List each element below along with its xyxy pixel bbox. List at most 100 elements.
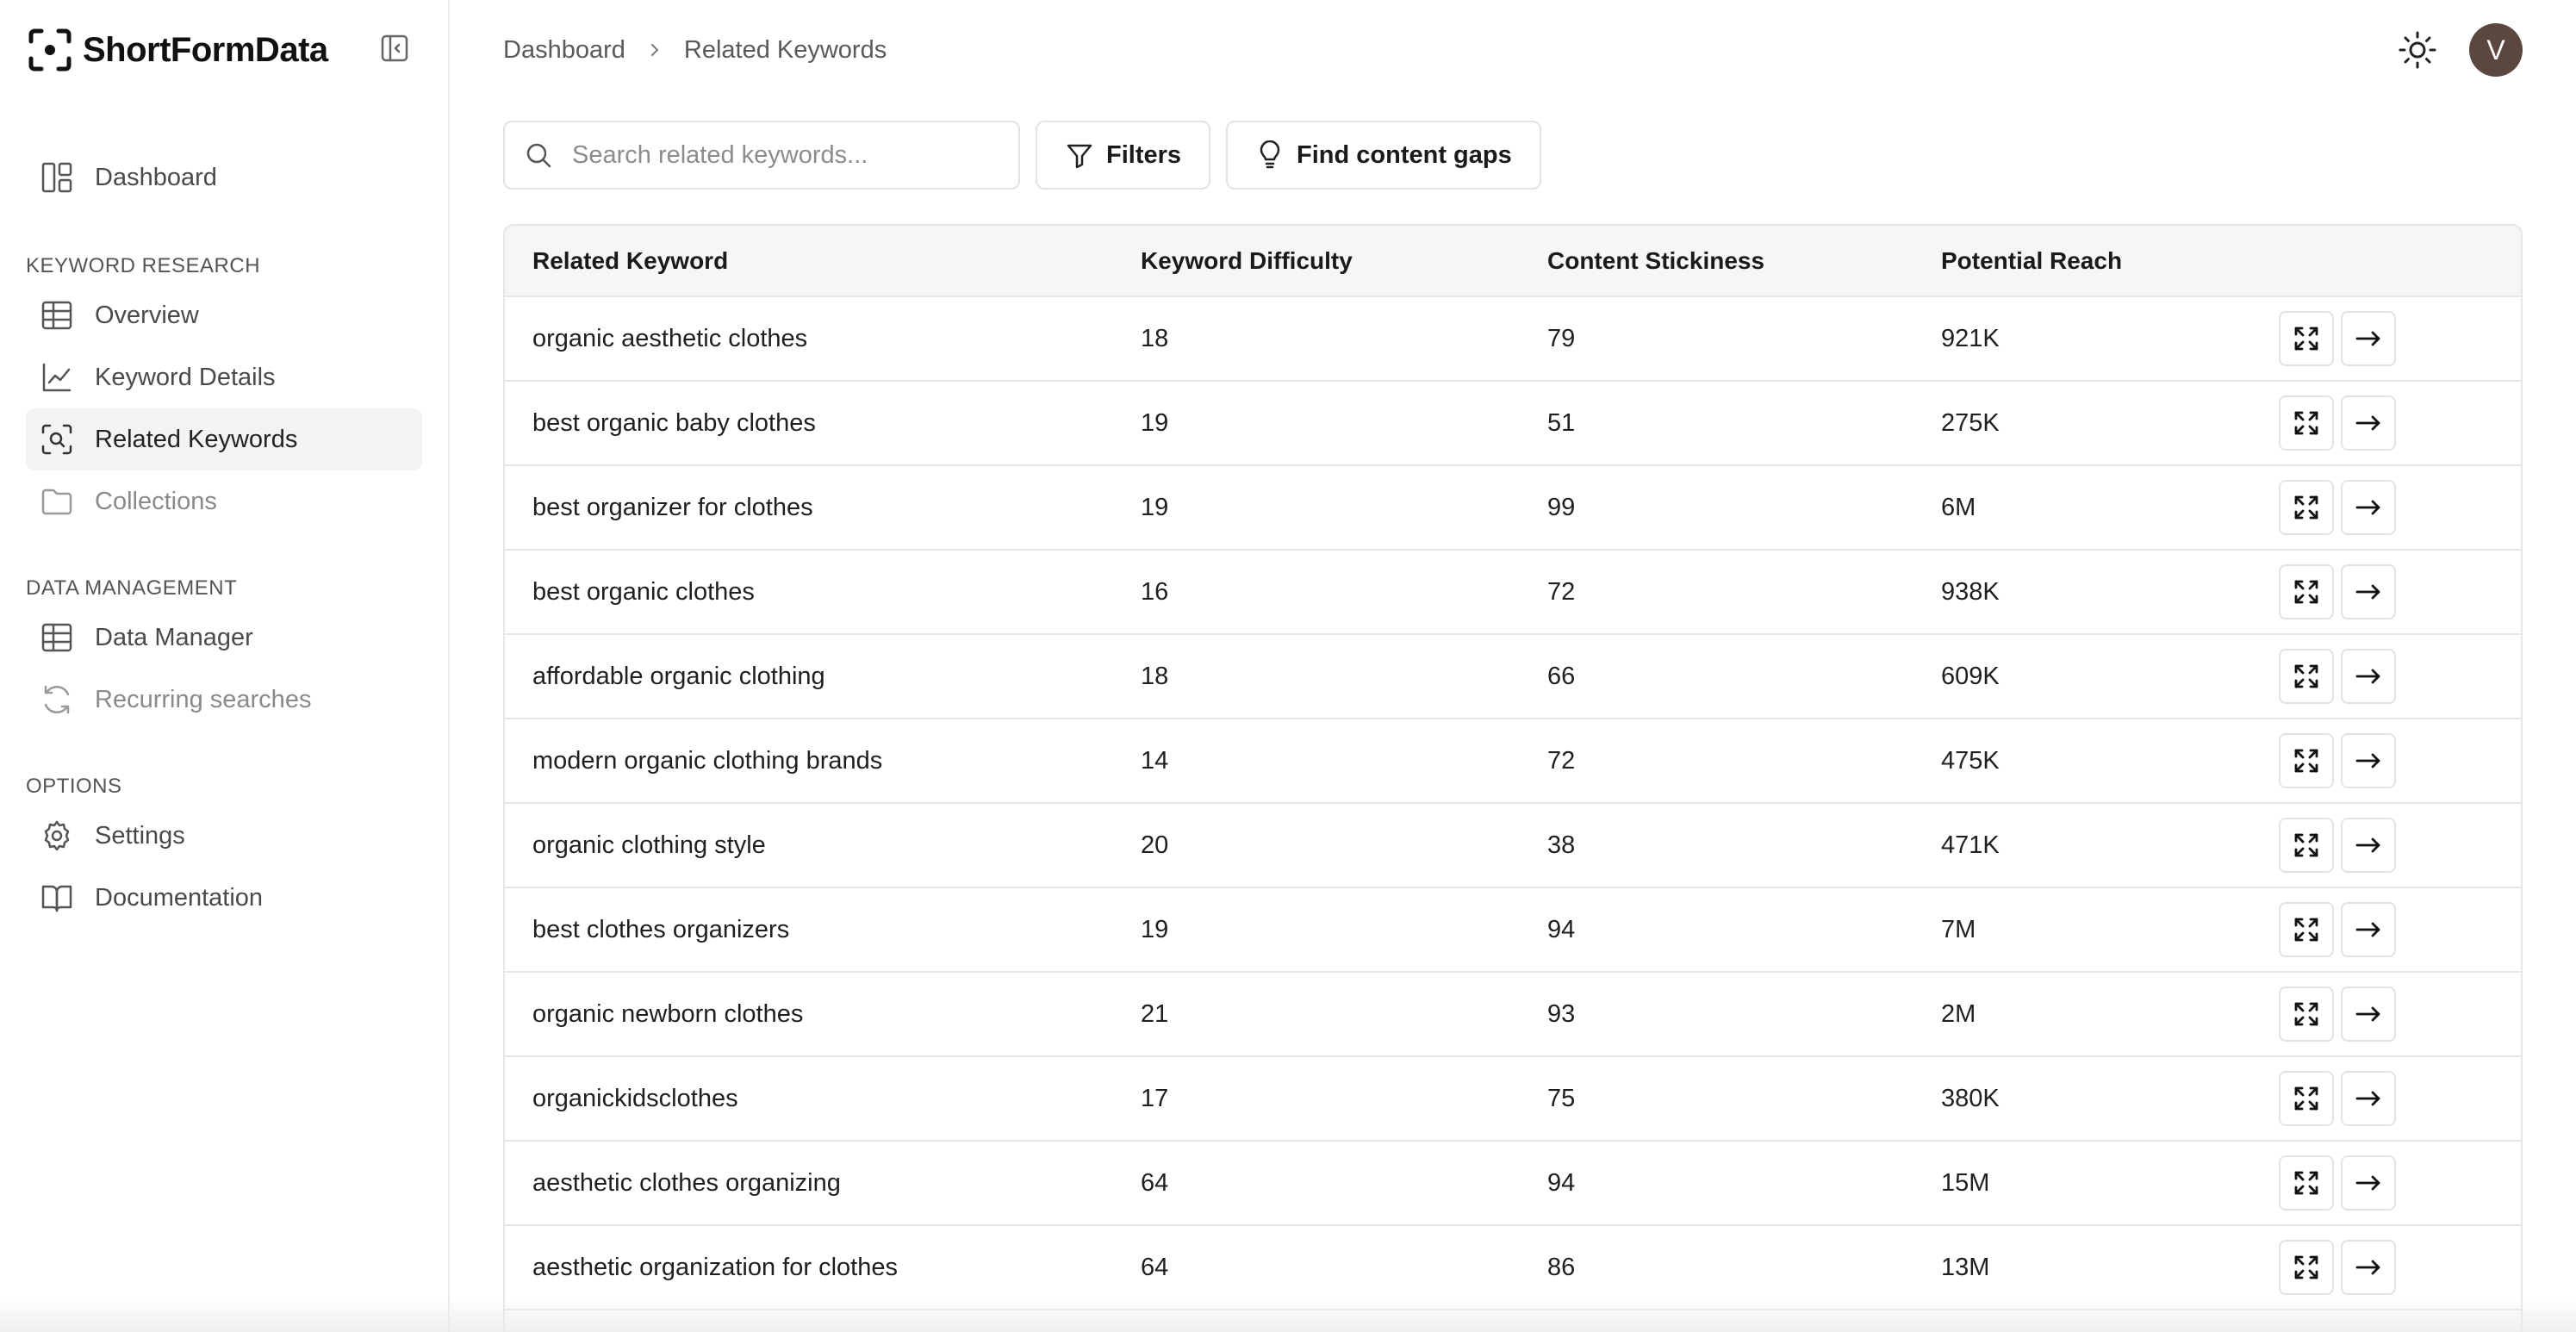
arrow-right-icon [2355,415,2380,431]
open-arrow-button[interactable] [2341,987,2396,1042]
reach-cell: 609K [1941,634,2279,719]
sidebar-item-dashboard[interactable]: Dashboard [26,146,422,209]
sidebar-item-label: Keyword Details [95,363,276,391]
table-row[interactable]: best organizer for clothes 19 99 6M [505,465,2521,551]
expand-button[interactable] [2279,987,2334,1042]
breadcrumb: Dashboard Related Keywords [503,31,887,69]
actions-cell [2279,296,2521,382]
search-input[interactable] [572,140,986,170]
difficulty-cell: 19 [1141,381,1547,466]
actions-cell [2279,550,2521,635]
sidebar-item-keyword-details[interactable]: Keyword Details [26,346,422,408]
sidebar-item-label: Data Manager [95,623,253,651]
table-row[interactable]: best clothes organizers 19 94 7M [505,887,2521,973]
expand-button[interactable] [2279,649,2334,704]
expand-icon [2294,1002,2318,1026]
brand-name: ShortFormData [83,30,328,69]
sidebar-nav: Dashboard KEYWORD RESEARCH Overview Keyw… [26,146,422,929]
table-row[interactable]: aesthetic clothes organizing 64 94 15M [505,1141,2521,1226]
expand-button[interactable] [2279,733,2334,788]
difficulty-cell: 17 [1141,1056,1547,1142]
header-potential-reach[interactable]: Potential Reach [1941,226,2279,297]
row-actions [2279,1071,2521,1126]
keyword-cell: best clothes organizers [505,887,1141,973]
expand-button[interactable] [2279,902,2334,957]
open-arrow-button[interactable] [2341,902,2396,957]
search-box[interactable] [503,121,1020,190]
sidebar-item-label: Recurring searches [95,685,312,713]
reach-cell: 921K [1941,296,2279,382]
open-arrow-button[interactable] [2341,480,2396,535]
expand-button[interactable] [2279,1071,2334,1126]
sidebar-item-label: Related Keywords [95,425,298,453]
sidebar-item-data-manager[interactable]: Data Manager [26,607,422,669]
avatar[interactable]: V [2469,23,2523,77]
expand-icon [2294,1171,2318,1195]
table-row[interactable]: best organic baby clothes 19 51 275K [505,381,2521,466]
row-actions [2279,564,2521,619]
toolbar: Filters Find content gaps [503,121,1541,190]
sun-icon[interactable] [2397,29,2438,71]
find-content-gaps-button[interactable]: Find content gaps [1226,121,1541,190]
table-row[interactable]: organic clothing style 20 38 471K [505,803,2521,888]
expand-button[interactable] [2279,818,2334,873]
open-arrow-button[interactable] [2341,1240,2396,1295]
table-row[interactable]: affordable organic clothing 18 66 609K [505,634,2521,719]
open-arrow-button[interactable] [2341,649,2396,704]
actions-cell [2279,634,2521,719]
header-keyword-difficulty[interactable]: Keyword Difficulty [1141,226,1547,297]
sidebar-item-related-keywords[interactable]: Related Keywords [26,408,422,470]
filters-button[interactable]: Filters [1036,121,1211,190]
sidebar-item-overview[interactable]: Overview [26,284,422,346]
open-arrow-button[interactable] [2341,1155,2396,1211]
open-arrow-button[interactable] [2341,818,2396,873]
keyword-cell: organic clothing style [505,803,1141,888]
expand-icon [2294,749,2318,773]
breadcrumb-dashboard[interactable]: Dashboard [503,36,625,65]
actions-cell [2279,719,2521,804]
actions-cell [2279,803,2521,888]
expand-button[interactable] [2279,395,2334,451]
expand-button[interactable] [2279,1155,2334,1211]
open-arrow-button[interactable] [2341,1071,2396,1126]
actions-cell [2279,1141,2521,1226]
stickiness-cell: 72 [1547,719,1941,804]
brand[interactable]: ShortFormData [28,26,328,74]
arrow-right-icon [2355,837,2380,853]
arrow-right-icon [2355,669,2380,684]
sidebar-item-recurring-searches[interactable]: Recurring searches [26,669,422,731]
row-actions [2279,649,2521,704]
book-icon [41,885,72,912]
reach-cell: 275K [1941,381,2279,466]
sidebar-item-collections[interactable]: Collections [26,470,422,532]
open-arrow-button[interactable] [2341,733,2396,788]
table-row[interactable]: organickidsclothes 17 75 380K [505,1056,2521,1142]
dashboard-icon [41,162,72,193]
section-title-keyword-research: KEYWORD RESEARCH [26,254,261,277]
expand-button[interactable] [2279,564,2334,619]
header-content-stickiness[interactable]: Content Stickiness [1547,226,1941,297]
scan-search-icon [41,424,72,455]
open-arrow-button[interactable] [2341,564,2396,619]
header-actions [2279,226,2521,297]
table-row[interactable]: best organic clothes 16 72 938K [505,550,2521,635]
difficulty-cell: 20 [1141,803,1547,888]
line-chart-icon [42,363,72,392]
header-related-keyword[interactable]: Related Keyword [505,226,1141,297]
difficulty-cell: 21 [1141,972,1547,1057]
open-arrow-button[interactable] [2341,311,2396,366]
expand-button[interactable] [2279,311,2334,366]
expand-button[interactable] [2279,480,2334,535]
table-row[interactable]: aesthetic organization for clothes 64 86 13… [505,1225,2521,1310]
main-content: Dashboard Related Keywords V F [451,0,2576,1332]
table-row[interactable]: organic aesthetic clothes 18 79 921K [505,296,2521,382]
sidebar-item-settings[interactable]: Settings [26,805,422,867]
sidebar-collapse-icon[interactable] [379,33,410,64]
sidebar-item-documentation[interactable]: Documentation [26,867,422,929]
refresh-icon [44,685,70,714]
expand-button[interactable] [2279,1240,2334,1295]
open-arrow-button[interactable] [2341,395,2396,451]
stickiness-cell: 94 [1547,887,1941,973]
table-row[interactable]: organic newborn clothes 21 93 2M [505,972,2521,1057]
table-row[interactable]: modern organic clothing brands 14 72 475K [505,719,2521,804]
